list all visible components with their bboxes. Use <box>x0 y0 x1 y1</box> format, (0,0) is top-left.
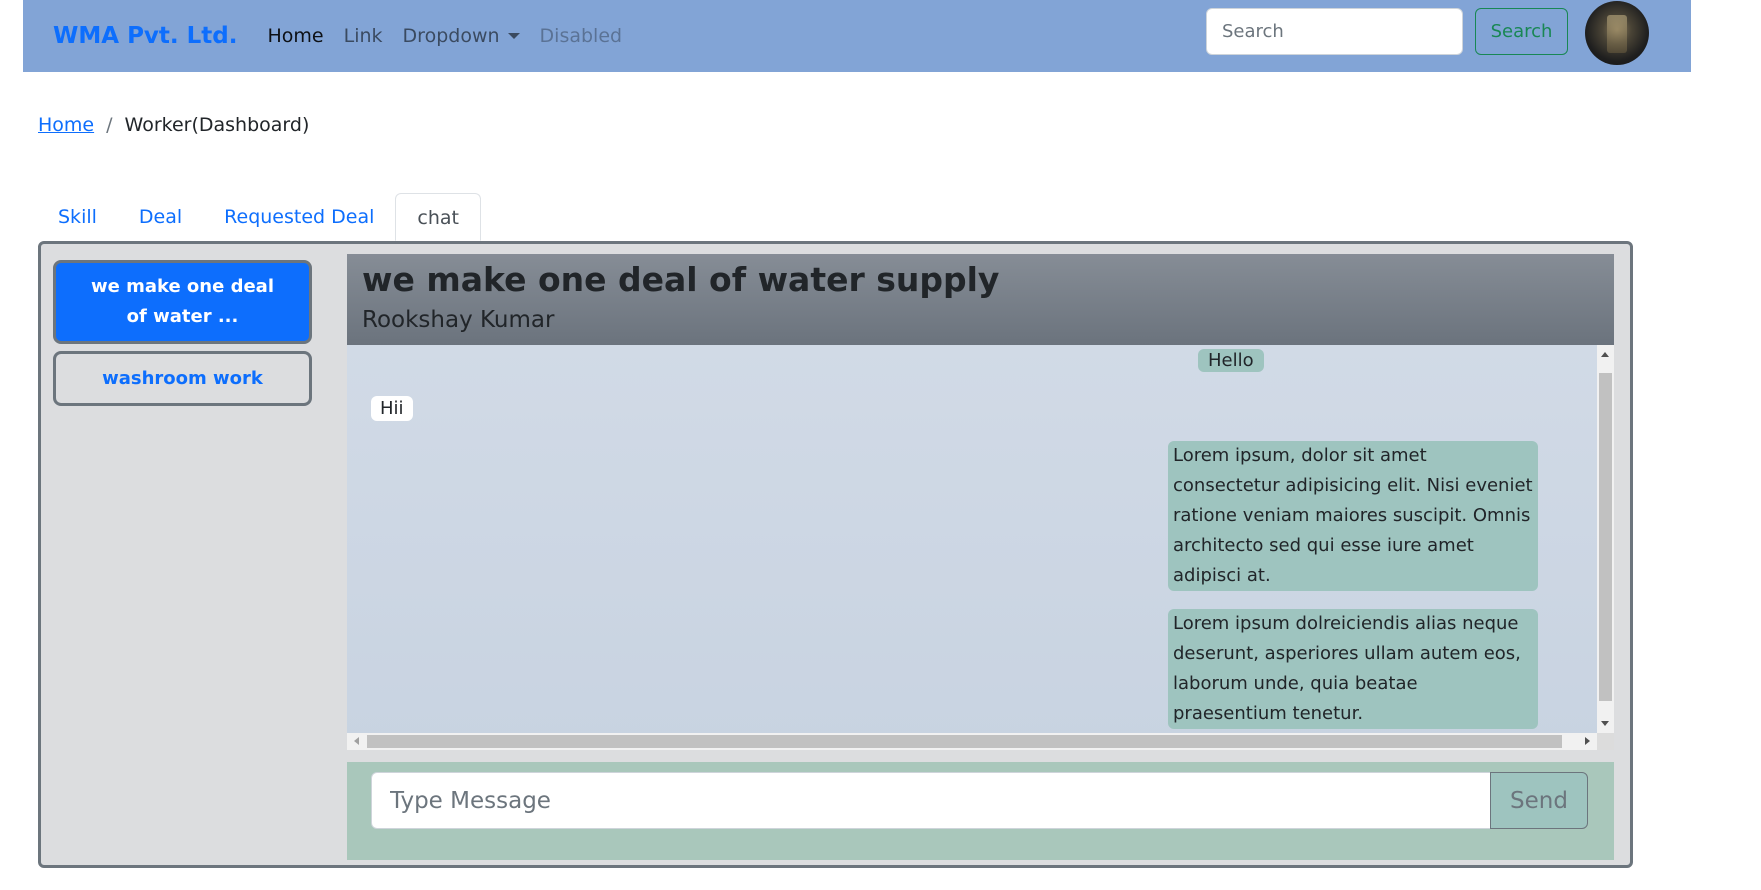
nav-dropdown-label: Dropdown <box>402 25 500 47</box>
message-bubble-sent: Hello <box>1198 349 1264 372</box>
nav-dropdown[interactable]: Dropdown <box>403 25 520 47</box>
nav-link-link[interactable]: Link <box>344 25 383 47</box>
tab-bar: Skill Deal Requested Deal chat <box>37 193 481 241</box>
top-navbar: WMA Pvt. Ltd. Home Link Dropdown Disable… <box>23 0 1691 72</box>
nav-links: Home Link Dropdown Disabled <box>268 25 643 47</box>
scroll-up-arrow-icon[interactable] <box>1601 352 1609 357</box>
nav-link-home[interactable]: Home <box>268 25 324 47</box>
search-button[interactable]: Search <box>1475 8 1568 55</box>
deal-button-washroom-work[interactable]: washroom work <box>53 351 312 406</box>
tab-chat[interactable]: chat <box>395 193 481 241</box>
avatar[interactable] <box>1585 1 1649 65</box>
caret-down-icon <box>507 33 520 39</box>
message-list[interactable]: Hello Hii Lorem ipsum, dolor sit amet co… <box>347 345 1614 750</box>
breadcrumb: Home / Worker(Dashboard) <box>38 114 309 136</box>
breadcrumb-home-link[interactable]: Home <box>38 114 94 136</box>
tab-requested-deal[interactable]: Requested Deal <box>203 193 395 241</box>
nav-link-disabled: Disabled <box>539 25 623 47</box>
message-input[interactable] <box>371 772 1491 829</box>
scroll-left-arrow-icon[interactable] <box>354 737 359 745</box>
send-button[interactable]: Send <box>1490 772 1588 829</box>
message-bubble-received: Hii <box>371 396 413 421</box>
vertical-scrollbar[interactable] <box>1597 345 1614 733</box>
message-bubble-sent: Lorem ipsum, dolor sit amet consectetur … <box>1168 441 1538 591</box>
chat-header: we make one deal of water supply Rooksha… <box>347 254 1614 345</box>
horizontal-scrollbar[interactable] <box>347 733 1597 750</box>
search-input[interactable] <box>1206 8 1463 55</box>
breadcrumb-current: Worker(Dashboard) <box>124 114 310 136</box>
deal-button-water-supply[interactable]: we make one deal of water ... <box>53 260 312 344</box>
chat-title: we make one deal of water supply <box>362 260 1000 299</box>
scroll-right-arrow-icon[interactable] <box>1585 737 1590 745</box>
scrollbar-corner <box>1597 733 1614 750</box>
chat-panel: we make one deal of water ... washroom w… <box>38 241 1633 868</box>
scroll-down-arrow-icon[interactable] <box>1601 721 1609 726</box>
tab-deal[interactable]: Deal <box>118 193 203 241</box>
horizontal-scroll-thumb[interactable] <box>367 735 1562 748</box>
message-bubble-sent: Lorem ipsum dolreiciendis alias neque de… <box>1168 609 1538 729</box>
brand-logo-text[interactable]: WMA Pvt. Ltd. <box>53 23 238 49</box>
message-composer: Send <box>347 762 1614 860</box>
tab-skill[interactable]: Skill <box>37 193 118 241</box>
breadcrumb-separator: / <box>106 114 113 136</box>
vertical-scroll-thumb[interactable] <box>1599 373 1612 701</box>
chat-partner-name: Rookshay Kumar <box>362 307 555 333</box>
